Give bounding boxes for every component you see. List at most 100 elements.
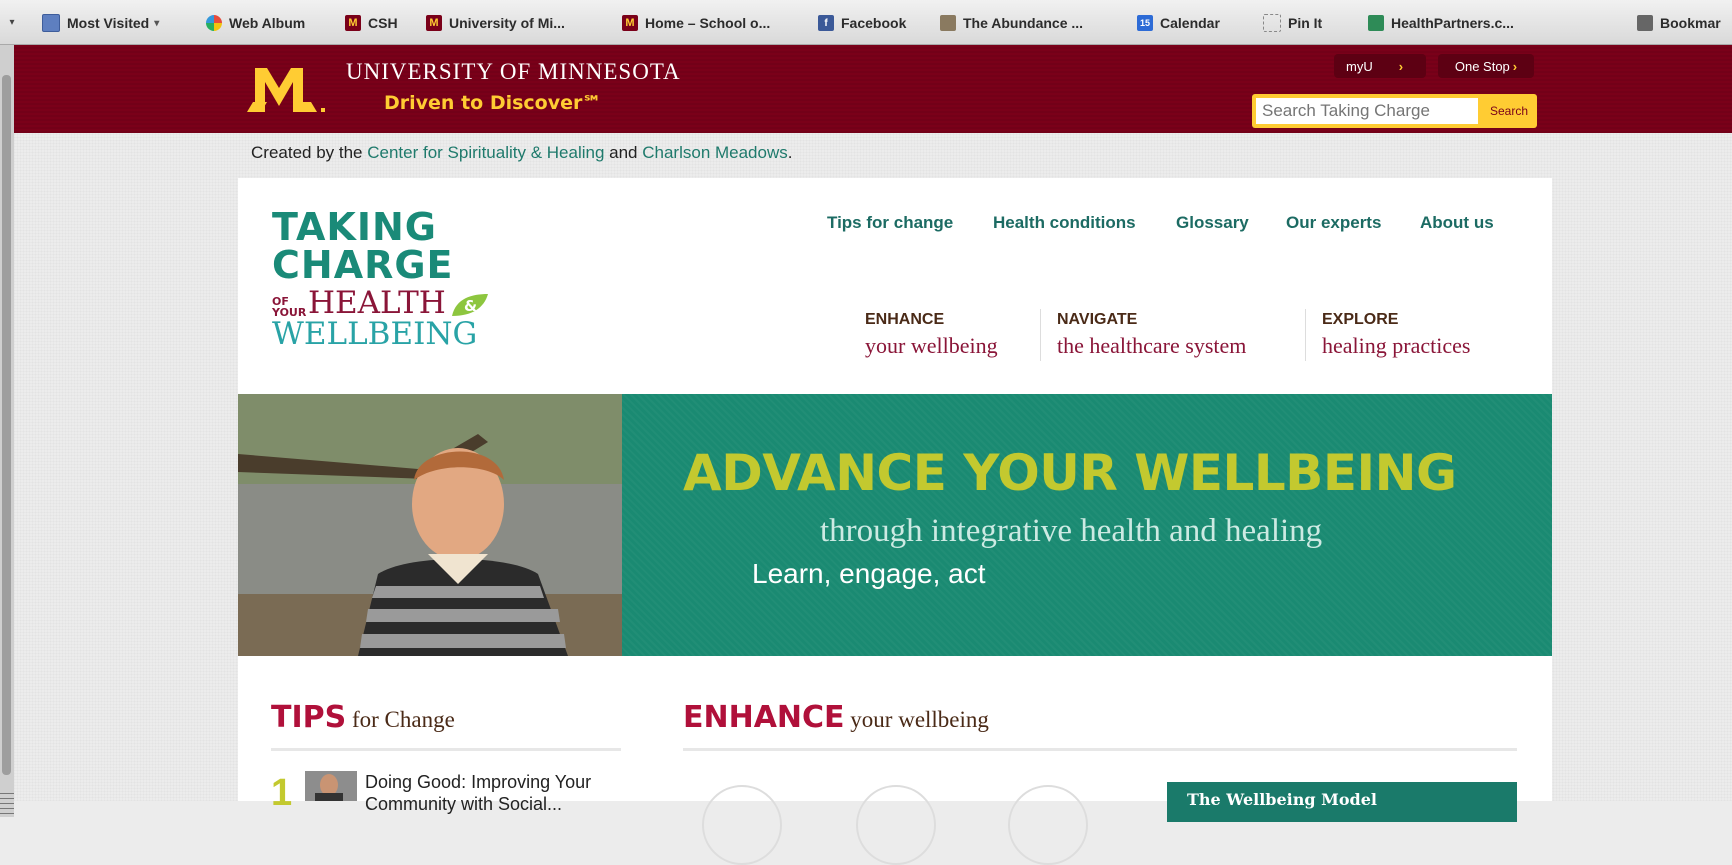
tips-heading-big: TIPS [271,700,347,735]
healthpartners-icon [1368,15,1384,31]
credit-suffix: . [787,143,793,162]
bookmarks-icon [1637,15,1653,31]
bookmark-abundance[interactable]: The Abundance ... [940,12,1083,34]
wellbeing-model-title: The Wellbeing Model [1187,790,1377,809]
bookmark-home-school[interactable]: M Home – School o... [622,12,770,34]
bookmark-label: CSH [368,15,398,31]
bookmark-label: Pin It [1288,15,1323,31]
hero-photo-illustration [238,394,622,656]
wellbeing-circle[interactable] [856,785,936,865]
bookmark-label: Facebook [841,15,907,31]
nav-our-experts[interactable]: Our experts [1286,213,1381,233]
bookmark-label: The Abundance ... [963,15,1084,31]
leaf-icon: & [451,294,488,316]
enhance-heading: ENHANCE your wellbeing [683,700,989,735]
bookmark-web-album[interactable]: Web Album [206,12,305,34]
tip-link[interactable]: Doing Good: Improving Your Community wit… [365,771,625,815]
logo-line-taking: TAKING [272,205,437,249]
enhance-divider [683,748,1517,751]
logo-line-charge: CHARGE [272,243,454,287]
bookmark-healthpartners[interactable]: HealthPartners.c... [1368,12,1514,34]
taking-charge-logo[interactable]: TAKING CHARGE OF YOUR HEALTH & WELLBEING [272,208,490,350]
umn-m-icon: M [622,15,638,31]
one-stop-label: One Stop [1454,58,1510,74]
tips-heading: TIPS for Change [271,700,455,735]
bookmark-label: Most Visited [67,15,150,31]
hero-cta-link[interactable]: Learn, engage, act [752,558,986,590]
charlson-meadows-link[interactable]: Charlson Meadows [642,143,788,162]
section-navigate-label[interactable]: NAVIGATE [1057,311,1137,329]
hero-title: ADVANCE YOUR WELLBEING [683,444,1457,502]
bookmarks-menu[interactable]: Bookmar [1637,12,1721,34]
credit-line: Created by the Center for Spirituality &… [251,143,792,163]
section-navigate-sub[interactable]: the healthcare system [1057,333,1246,359]
chevron-right-icon: › [1512,58,1518,74]
umn-m-icon: M [426,15,442,31]
wellbeing-circle[interactable] [702,785,782,865]
logo-ampersand: & [464,297,477,315]
nav-health-conditions[interactable]: Health conditions [993,213,1136,233]
tip-number: 1 [271,772,293,814]
enhance-heading-big: ENHANCE [683,700,845,735]
section-explore-label[interactable]: EXPLORE [1322,311,1398,329]
bookmark-facebook[interactable]: f Facebook [818,12,906,34]
nav-about-us[interactable]: About us [1420,213,1494,233]
picasa-icon [206,15,222,31]
search-input[interactable] [1256,98,1478,124]
bookmark-label: Calendar [1160,15,1220,31]
section-explore-sub[interactable]: healing practices [1322,333,1470,359]
bookmark-label: Home – School o... [645,15,771,31]
search-box: Search [1252,94,1537,128]
university-tagline: Driven to Discover℠ [384,92,602,114]
section-enhance-label[interactable]: ENHANCE [865,311,944,329]
tip-thumbnail-image [305,771,357,801]
resize-grip[interactable] [0,793,14,817]
bookmarks-toolbar: ▾ Most Visited ▾ Web Album M CSH M Unive… [0,0,1732,45]
section-divider [1040,309,1041,361]
hero-photo [238,394,622,656]
logo-health: HEALTH [308,285,446,321]
chevron-down-icon: ▾ [154,17,160,29]
umn-m-logo[interactable] [247,62,331,114]
university-name[interactable]: UNIVERSITY OF MINNESOTA [346,59,681,85]
calendar-icon: 15 [1137,15,1153,31]
bookmark-csh[interactable]: M CSH [345,12,398,34]
bookmark-most-visited[interactable]: Most Visited ▾ [42,12,159,34]
bookmark-label: Web Album [229,15,306,31]
search-button[interactable]: Search [1484,98,1534,124]
umn-m-icon: M [345,15,361,31]
hero-subtitle: through integrative health and healing [820,513,1323,549]
myu-label: myU [1346,58,1373,74]
wellbeing-circle[interactable] [1008,785,1088,865]
tips-divider [271,748,621,751]
logo-line-health: OF YOUR HEALTH & [272,285,490,321]
credit-prefix: Created by the [251,143,368,162]
tip-thumbnail[interactable] [305,771,357,801]
bookmark-pin-it[interactable]: Pin It [1263,12,1322,34]
scrollbar[interactable] [0,45,15,817]
bookmark-label: HealthPartners.c... [1391,15,1514,31]
facebook-icon: f [818,15,834,31]
section-divider [1305,309,1306,361]
scrollbar-thumb[interactable] [2,75,11,775]
chevron-right-icon: › [1398,58,1404,74]
pin-it-icon [1263,14,1281,32]
nav-tips-for-change[interactable]: Tips for change [827,213,953,233]
bookmark-calendar[interactable]: 15 Calendar [1137,12,1220,34]
enhance-heading-small: your wellbeing [844,707,989,732]
csh-link[interactable]: Center for Spirituality & Healing [367,143,604,162]
nav-glossary[interactable]: Glossary [1176,213,1249,233]
wellbeing-model-box[interactable]: The Wellbeing Model [1167,782,1517,822]
abundance-icon [940,15,956,31]
bookmark-university[interactable]: M University of Mi... [426,12,565,34]
bookmark-label: Bookmar [1660,15,1721,31]
logo-wellbeing: WELLBEING [272,316,478,352]
credit-middle: and [604,143,643,162]
section-enhance-sub[interactable]: your wellbeing [865,333,998,359]
myu-button[interactable]: myU › [1334,54,1426,78]
toolbar-overflow-icon[interactable]: ▾ [4,14,20,30]
one-stop-button[interactable]: One Stop › [1438,54,1534,78]
bookmark-label: University of Mi... [449,15,565,31]
bookmark-folder-icon [42,14,60,32]
logo-of-your: OF YOUR [272,296,308,318]
